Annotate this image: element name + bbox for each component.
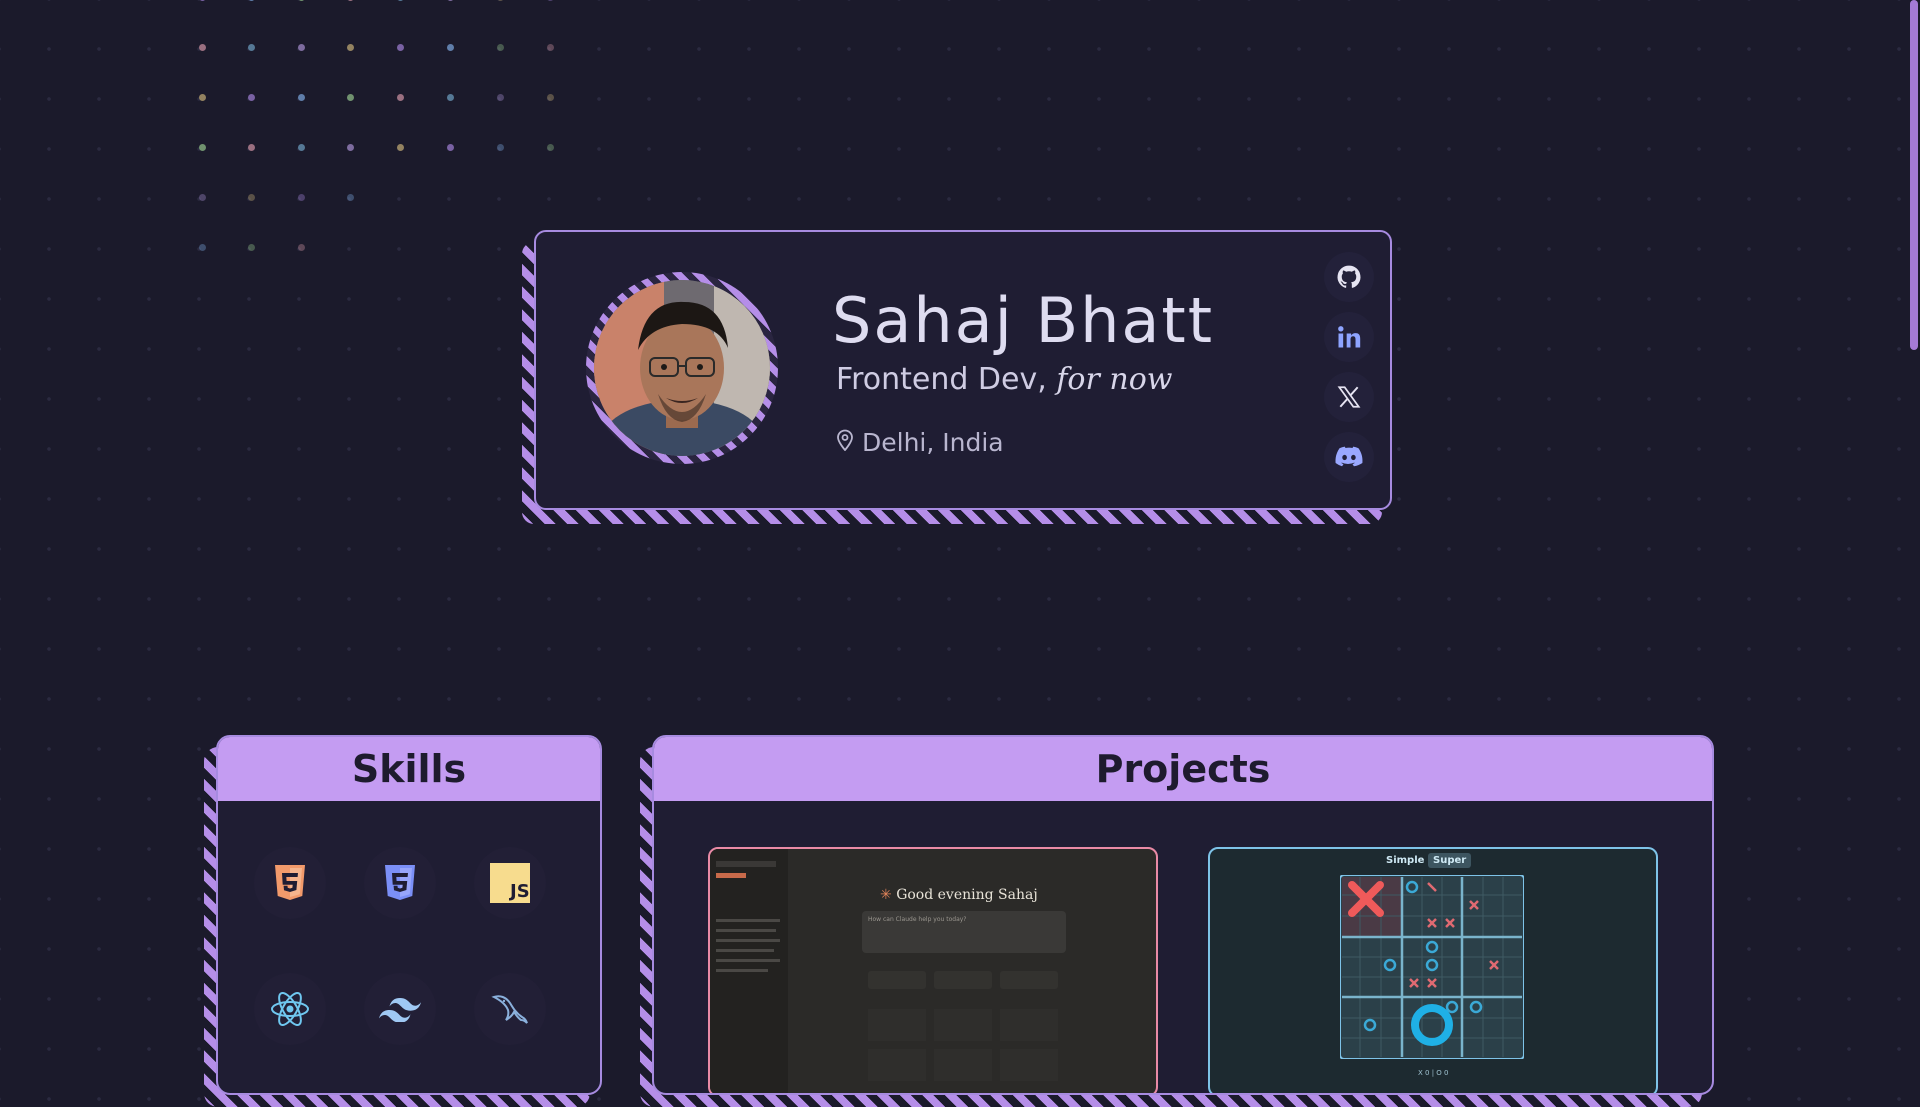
decorative-dot bbox=[248, 0, 255, 1]
chat-prompt-placeholder: How can Claude help you today? bbox=[868, 916, 967, 923]
skills-section: Skills JS bbox=[204, 735, 604, 1107]
decorative-dot bbox=[248, 44, 255, 51]
location-text: Delhi, India bbox=[862, 428, 1004, 457]
chat-prompt-box: How can Claude help you today? bbox=[862, 911, 1066, 953]
map-pin-icon bbox=[836, 428, 854, 457]
decorative-dot bbox=[497, 94, 504, 101]
chat-suggestions bbox=[868, 971, 1062, 995]
projects-title: Projects bbox=[1095, 747, 1271, 791]
profile-card-wrapper: Sahaj Bhatt Frontend Dev, for now Delhi,… bbox=[522, 230, 1394, 524]
decorative-dot bbox=[199, 144, 206, 151]
decorative-dot bbox=[298, 144, 305, 151]
decorative-dot bbox=[447, 0, 454, 1]
decorative-dot bbox=[347, 94, 354, 101]
projects-section: Projects ✳ Good evening Sahaj How can Cl… bbox=[640, 735, 1715, 1107]
profile-tagline: Frontend Dev, for now bbox=[836, 362, 1172, 397]
decorative-dot bbox=[298, 244, 305, 251]
avatar-ring bbox=[586, 272, 778, 464]
discord-link[interactable] bbox=[1324, 432, 1374, 482]
javascript-icon: JS bbox=[474, 847, 546, 919]
scrollbar-thumb[interactable] bbox=[1910, 0, 1918, 350]
css3-icon bbox=[364, 847, 436, 919]
decorative-dot bbox=[199, 0, 206, 1]
decorative-dot bbox=[497, 0, 504, 1]
decorative-dot bbox=[298, 94, 305, 101]
role-script-text: for now bbox=[1056, 362, 1173, 397]
decorative-dot bbox=[248, 94, 255, 101]
x-icon bbox=[1337, 386, 1361, 408]
decorative-dot bbox=[547, 94, 554, 101]
decorative-dot bbox=[199, 44, 206, 51]
tab-super[interactable]: Super bbox=[1428, 853, 1472, 868]
skills-title: Skills bbox=[351, 747, 467, 791]
linkedin-link[interactable] bbox=[1324, 312, 1374, 362]
decorative-dot bbox=[347, 44, 354, 51]
skills-panel: Skills JS bbox=[216, 735, 602, 1095]
tailwind-icon bbox=[364, 973, 436, 1045]
profile-location: Delhi, India bbox=[836, 428, 1004, 457]
tictactoe-board[interactable] bbox=[1339, 874, 1525, 1063]
chat-app-sidebar bbox=[710, 849, 788, 1093]
x-link[interactable] bbox=[1324, 372, 1374, 422]
decorative-dot bbox=[199, 244, 206, 251]
asterisk-icon: ✳ bbox=[880, 887, 892, 903]
decorative-dot bbox=[547, 0, 554, 1]
mysql-icon bbox=[474, 973, 546, 1045]
decorative-dot bbox=[199, 94, 206, 101]
role-text: Frontend Dev, bbox=[836, 362, 1047, 397]
project-card-tictactoe[interactable]: Simple Super X 0 | O 0 bbox=[1208, 847, 1658, 1093]
decorative-dot bbox=[347, 194, 354, 201]
decorative-dot bbox=[298, 194, 305, 201]
decorative-dot bbox=[547, 44, 554, 51]
score-footer: X 0 | O 0 bbox=[1418, 1069, 1449, 1077]
decorative-dot bbox=[397, 44, 404, 51]
decorative-dot bbox=[497, 44, 504, 51]
github-icon bbox=[1337, 265, 1361, 288]
decorative-dot bbox=[248, 194, 255, 201]
chat-greeting: ✳ Good evening Sahaj bbox=[880, 887, 1038, 903]
page-scrollbar[interactable] bbox=[1906, 0, 1920, 1080]
decorative-dot bbox=[447, 44, 454, 51]
decorative-dot bbox=[397, 144, 404, 151]
html5-icon bbox=[254, 847, 326, 919]
decorative-dot bbox=[397, 0, 404, 1]
decorative-dot bbox=[298, 44, 305, 51]
decorative-dot bbox=[397, 94, 404, 101]
avatar bbox=[594, 280, 770, 456]
discord-icon bbox=[1335, 446, 1363, 467]
chat-greeting-text: Good evening Sahaj bbox=[896, 887, 1038, 903]
skills-header: Skills bbox=[218, 737, 600, 801]
profile-card: Sahaj Bhatt Frontend Dev, for now Delhi,… bbox=[534, 230, 1392, 510]
chat-recent-grid bbox=[868, 1009, 1062, 1089]
github-link[interactable] bbox=[1324, 252, 1374, 302]
profile-name: Sahaj Bhatt bbox=[832, 284, 1215, 357]
projects-panel: Projects ✳ Good evening Sahaj How can Cl… bbox=[652, 735, 1714, 1095]
decorative-dot bbox=[298, 0, 305, 1]
react-icon bbox=[254, 973, 326, 1045]
linkedin-icon bbox=[1338, 326, 1361, 348]
decorative-dot bbox=[248, 144, 255, 151]
js-label: JS bbox=[508, 881, 530, 902]
decorative-dot bbox=[347, 144, 354, 151]
decorative-dot bbox=[547, 144, 554, 151]
decorative-dot bbox=[447, 94, 454, 101]
decorative-dot bbox=[347, 0, 354, 1]
decorative-dot bbox=[199, 194, 206, 201]
project-card-chat-app[interactable]: ✳ Good evening Sahaj How can Claude help… bbox=[708, 847, 1158, 1093]
tab-simple[interactable]: Simple bbox=[1386, 855, 1424, 866]
decorative-dot bbox=[447, 144, 454, 151]
decorative-dot bbox=[497, 144, 504, 151]
social-links bbox=[1324, 252, 1376, 492]
decorative-dot bbox=[248, 244, 255, 251]
projects-header: Projects bbox=[654, 737, 1712, 801]
